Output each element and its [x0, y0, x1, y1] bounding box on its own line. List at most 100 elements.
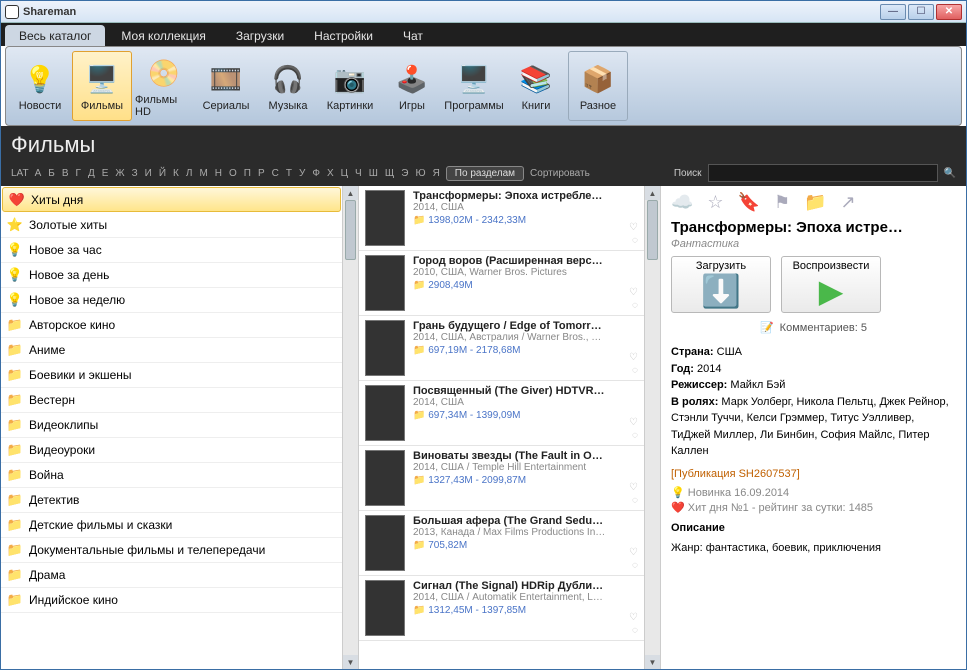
upload-icon[interactable]: ☁️	[671, 192, 693, 213]
alpha-letter[interactable]: Ю	[415, 168, 425, 179]
alpha-letter[interactable]: К	[173, 168, 179, 179]
movie-row[interactable]: Большая афера (The Grand Seduction) H201…	[359, 511, 644, 576]
alpha-letter[interactable]: Р	[258, 168, 265, 179]
category-item[interactable]: Детектив	[1, 488, 342, 513]
tab-1[interactable]: Моя коллекция	[107, 25, 219, 46]
scroll-up-icon[interactable]: ▲	[645, 186, 660, 200]
movie-scrollbar[interactable]: ▲ ▼	[644, 186, 660, 669]
toolbar-Программы[interactable]: Программы	[444, 51, 504, 121]
alpha-letter[interactable]: О	[229, 168, 237, 179]
category-item[interactable]: Аниме	[1, 338, 342, 363]
category-item[interactable]: Хиты дня	[2, 187, 341, 212]
bulb-icon[interactable]: ◌	[632, 365, 638, 376]
folder-icon[interactable]: 📁	[804, 192, 826, 213]
movie-row[interactable]: Посвященный (The Giver) HDTVRip Дуб2014,…	[359, 381, 644, 446]
heart-icon[interactable]: ♡	[629, 482, 638, 493]
movie-row[interactable]: Трансформеры: Эпоха истребления (T2014, …	[359, 186, 644, 251]
category-item[interactable]: Золотые хиты	[1, 213, 342, 238]
close-button[interactable]: ✕	[936, 4, 962, 20]
alpha-letter[interactable]: У	[299, 168, 305, 179]
minimize-button[interactable]: —	[880, 4, 906, 20]
play-button[interactable]: Воспроизвести ▶	[781, 256, 881, 313]
alpha-letter[interactable]: С	[272, 168, 279, 179]
bulb-icon[interactable]: ◌	[632, 560, 638, 571]
toolbar-Игры[interactable]: Игры	[382, 51, 442, 121]
tab-2[interactable]: Загрузки	[222, 25, 298, 46]
bulb-icon[interactable]: ◌	[632, 625, 638, 636]
alpha-letter[interactable]: Ш	[369, 168, 378, 179]
category-item[interactable]: Детские фильмы и сказки	[1, 513, 342, 538]
alpha-letter[interactable]: Д	[88, 168, 95, 179]
alpha-letter[interactable]: Н	[215, 168, 222, 179]
sort-button[interactable]: Сортировать	[530, 168, 590, 179]
movie-row[interactable]: Сигнал (The Signal) HDRip Дублирован2014…	[359, 576, 644, 641]
star-icon[interactable]: ☆	[707, 192, 723, 213]
bulb-icon[interactable]: ◌	[632, 495, 638, 506]
by-sections-button[interactable]: По разделам	[446, 166, 524, 181]
alpha-letter[interactable]: М	[199, 168, 207, 179]
toolbar-Сериалы[interactable]: Сериалы	[196, 51, 256, 121]
scroll-down-icon[interactable]: ▼	[645, 655, 660, 669]
scroll-up-icon[interactable]: ▲	[343, 186, 358, 200]
sidebar-scrollbar[interactable]: ▲ ▼	[342, 186, 358, 669]
search-input[interactable]	[708, 164, 938, 182]
category-item[interactable]: Видеоуроки	[1, 438, 342, 463]
movie-row[interactable]: Грань будущего / Edge of Tomorrow WE2014…	[359, 316, 644, 381]
alpha-letter[interactable]: Я	[433, 168, 440, 179]
alpha-letter[interactable]: Х	[327, 168, 334, 179]
toolbar-Новости[interactable]: Новости	[10, 51, 70, 121]
tab-0[interactable]: Весь каталог	[5, 25, 105, 46]
search-icon[interactable]: 🔍	[944, 168, 956, 179]
tab-4[interactable]: Чат	[389, 25, 437, 46]
category-item[interactable]: Война	[1, 463, 342, 488]
alpha-letter[interactable]: Э	[401, 168, 408, 179]
alpha-letter[interactable]: Й	[159, 168, 166, 179]
maximize-button[interactable]: ☐	[908, 4, 934, 20]
alpha-letter[interactable]: В	[62, 168, 69, 179]
alpha-letter[interactable]: Ц	[341, 168, 348, 179]
heart-icon[interactable]: ♡	[629, 547, 638, 558]
alpha-lat[interactable]: LAT	[11, 168, 29, 179]
movie-row[interactable]: Виноваты звезды (The Fault in Our Sta201…	[359, 446, 644, 511]
alpha-letter[interactable]: Л	[186, 168, 193, 179]
heart-icon[interactable]: ♡	[629, 417, 638, 428]
tab-3[interactable]: Настройки	[300, 25, 387, 46]
toolbar-Картинки[interactable]: Картинки	[320, 51, 380, 121]
alpha-letter[interactable]: Е	[102, 168, 109, 179]
alpha-letter[interactable]: А	[35, 168, 42, 179]
category-item[interactable]: Новое за день	[1, 263, 342, 288]
alpha-letter[interactable]: Г	[76, 168, 81, 179]
category-item[interactable]: Новое за час	[1, 238, 342, 263]
category-item[interactable]: Индийское кино	[1, 588, 342, 613]
alpha-letter[interactable]: Т	[286, 168, 292, 179]
share-icon[interactable]: ↗	[841, 192, 856, 213]
bulb-icon[interactable]: ◌	[632, 300, 638, 311]
heart-icon[interactable]: ♡	[629, 352, 638, 363]
heart-icon[interactable]: ♡	[629, 612, 638, 623]
tag-icon[interactable]: 🔖	[738, 192, 760, 213]
comments-row[interactable]: 📝 Комментариев: 5	[671, 321, 956, 334]
category-item[interactable]: Документальные фильмы и телепередачи	[1, 538, 342, 563]
alpha-letter[interactable]: Ж	[115, 168, 124, 179]
category-item[interactable]: Боевики и экшены	[1, 363, 342, 388]
flag-icon[interactable]: ⚑	[774, 192, 790, 213]
scroll-thumb[interactable]	[345, 200, 356, 260]
movie-row[interactable]: Город воров (Расширенная версия) / Th201…	[359, 251, 644, 316]
toolbar-Фильмы[interactable]: Фильмы	[72, 51, 132, 121]
toolbar-Разное[interactable]: Разное	[568, 51, 628, 121]
bulb-icon[interactable]: ◌	[632, 430, 638, 441]
scroll-thumb[interactable]	[647, 200, 658, 260]
bulb-icon[interactable]: ◌	[632, 235, 638, 246]
alpha-letter[interactable]: Ф	[312, 168, 320, 179]
alpha-letter[interactable]: Щ	[385, 168, 394, 179]
category-item[interactable]: Авторское кино	[1, 313, 342, 338]
toolbar-Фильмы HD[interactable]: Фильмы HD	[134, 51, 194, 121]
alpha-letter[interactable]: Б	[48, 168, 55, 179]
alpha-letter[interactable]: З	[132, 168, 138, 179]
category-item[interactable]: Новое за неделю	[1, 288, 342, 313]
category-item[interactable]: Драма	[1, 563, 342, 588]
download-button[interactable]: Загрузить ⬇️	[671, 256, 771, 313]
category-item[interactable]: Видеоклипы	[1, 413, 342, 438]
heart-icon[interactable]: ♡	[629, 222, 638, 233]
alpha-letter[interactable]: Ч	[355, 168, 362, 179]
